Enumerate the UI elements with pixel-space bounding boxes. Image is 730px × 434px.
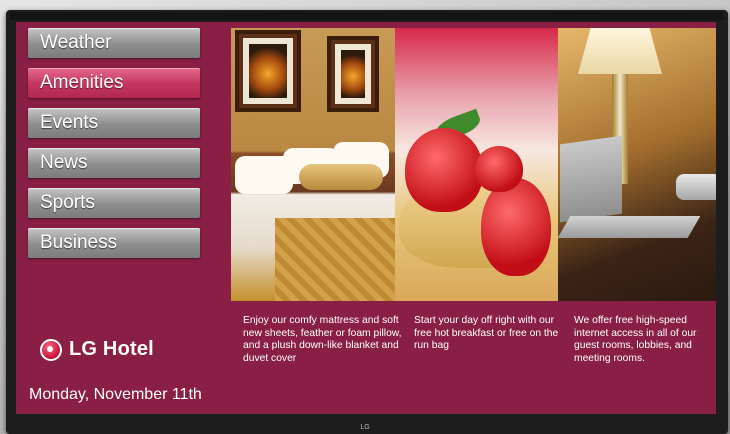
menu-item-events[interactable]: Events	[28, 108, 200, 138]
hotel-bed-photo	[231, 28, 395, 301]
main-menu: Weather Amenities Events News Sports Bus…	[28, 28, 200, 268]
current-date: Monday, November 11th	[29, 386, 202, 403]
lamp-shade	[578, 28, 662, 74]
blanket	[275, 218, 395, 301]
amenities-captions: Enjoy our comfy mattress and soft new sh…	[243, 315, 716, 365]
menu-item-business[interactable]: Business	[28, 228, 200, 258]
caption-breakfast: Start your day off right with our free h…	[414, 315, 559, 352]
wall-art-frame	[235, 30, 301, 112]
hotel-name: LG Hotel	[69, 338, 154, 360]
laptop-keyboard	[558, 216, 701, 238]
tv-bezel	[10, 12, 724, 20]
desk-phone	[676, 174, 716, 200]
lg-logo-icon	[40, 338, 62, 361]
tv-brand-logo: LG	[360, 424, 370, 431]
bolster-pillow	[299, 164, 383, 190]
wall-art-frame	[327, 36, 379, 112]
hotel-logo: LG Hotel	[40, 338, 154, 361]
caption-internet: We offer free high-speed internet access…	[574, 315, 697, 364]
amenities-photos	[231, 28, 716, 301]
laptop-screen	[560, 135, 622, 223]
strawberry	[405, 128, 483, 212]
menu-item-news[interactable]: News	[28, 148, 200, 178]
strawberry	[475, 146, 523, 192]
caption-bed: Enjoy our comfy mattress and soft new sh…	[243, 315, 402, 364]
desk-lamp-laptop-photo	[558, 28, 716, 301]
menu-item-amenities[interactable]: Amenities	[28, 68, 200, 98]
breakfast-strawberry-crepe-photo	[395, 28, 558, 301]
menu-item-sports[interactable]: Sports	[28, 188, 200, 218]
tv-screen: Weather Amenities Events News Sports Bus…	[16, 22, 716, 414]
menu-item-weather[interactable]: Weather	[28, 28, 200, 58]
strawberry	[481, 178, 551, 276]
